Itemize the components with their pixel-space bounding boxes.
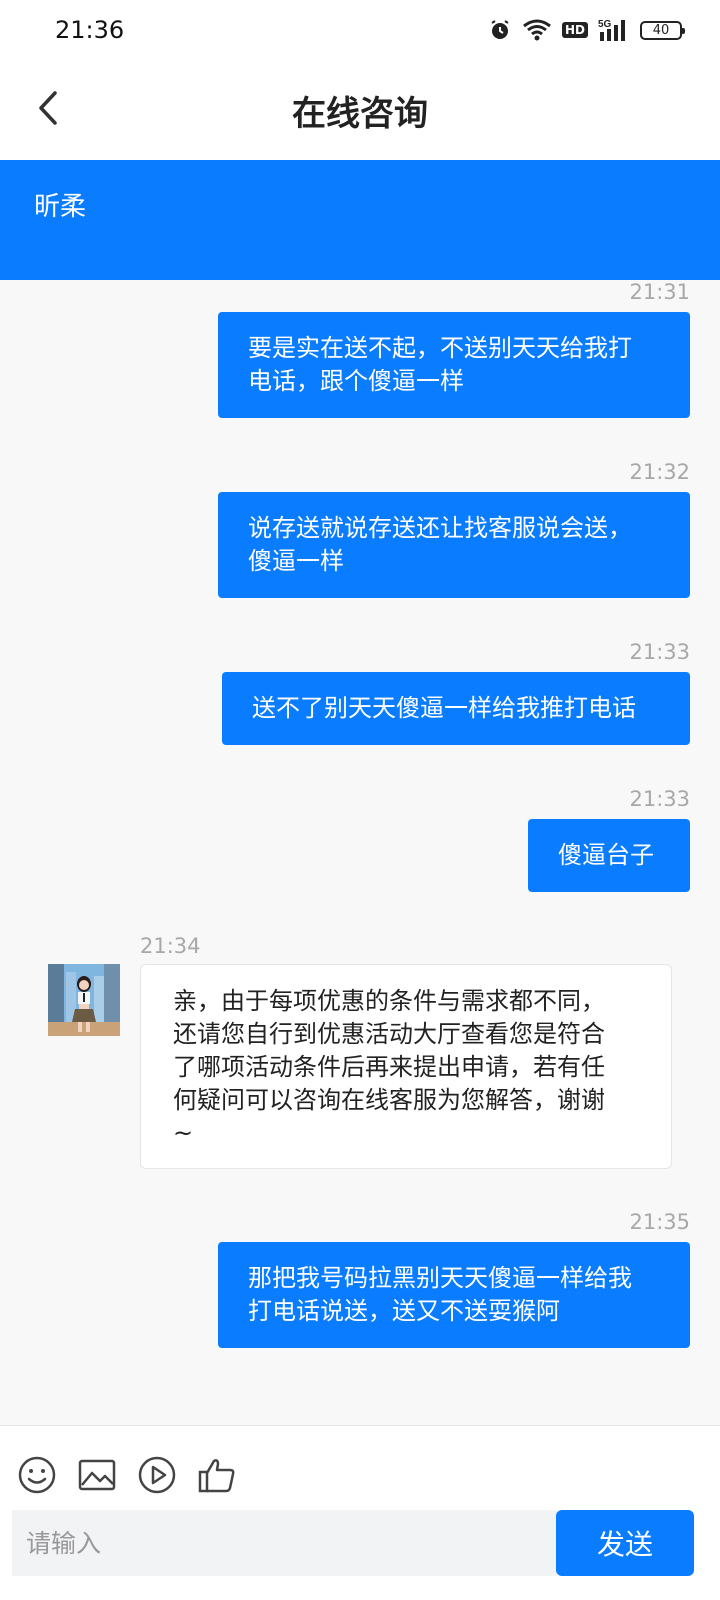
agent-name: 昕柔	[34, 192, 87, 222]
message-bubble-outgoing[interactable]: 傻逼台子	[528, 819, 690, 892]
message-text: 那把我号码拉黑别天天傻逼一样给我 打电话说送，送又不送耍猴阿	[248, 1264, 632, 1325]
avatar[interactable]	[48, 964, 120, 1036]
status-icons: HD 5G 40	[488, 18, 685, 42]
nav-header: 在线咨询	[0, 64, 720, 160]
message-text: 要是实在送不起，不送别天天给我打 电话，跟个傻逼一样	[248, 334, 632, 395]
input-bar: 发送	[0, 1425, 720, 1600]
thumbs-up-icon	[198, 1459, 235, 1493]
message-bubble-outgoing[interactable]: 那把我号码拉黑别天天傻逼一样给我 打电话说送，送又不送耍猴阿	[218, 1242, 690, 1348]
message-input[interactable]	[12, 1510, 557, 1576]
message-bubble-outgoing[interactable]: 说存送就说存送还让找客服说会送， 傻逼一样	[218, 492, 690, 598]
page-title: 在线咨询	[292, 94, 428, 134]
message-text: 傻逼台子	[558, 841, 654, 869]
message-text: 送不了别天天傻逼一样给我推打电话	[252, 694, 636, 722]
message-bubble-incoming[interactable]: 亲，由于每项优惠的条件与需求都不同， 还请您自行到优惠活动大厅查看您是符合 了哪…	[140, 964, 672, 1169]
toolbar	[16, 1454, 238, 1496]
wifi-icon	[522, 18, 552, 42]
message-text: 亲，由于每项优惠的条件与需求都不同， 还请您自行到优惠活动大厅查看您是符合 了哪…	[173, 987, 605, 1147]
status-bar: 21:36 HD 5G 40	[0, 0, 720, 64]
thumbs-up-button[interactable]	[196, 1454, 238, 1496]
message-bubble-outgoing[interactable]: 要是实在送不起，不送别天天给我打 电话，跟个傻逼一样	[218, 312, 690, 418]
image-button[interactable]	[76, 1454, 118, 1496]
message-bubble-outgoing[interactable]: 送不了别天天傻逼一样给我推打电话	[222, 672, 690, 745]
hd-icon: HD	[561, 22, 588, 38]
message-time: 21:34	[140, 934, 201, 958]
emoji-button[interactable]	[16, 1454, 58, 1496]
status-time: 21:36	[55, 16, 125, 44]
battery-icon: 40	[640, 20, 685, 40]
message-time: 21:32	[629, 460, 690, 484]
message-text: 说存送就说存送还让找客服说会送， 傻逼一样	[248, 514, 632, 575]
video-icon	[138, 1456, 176, 1494]
alarm-icon	[488, 18, 512, 42]
emoji-icon	[18, 1456, 56, 1494]
message-time: 21:33	[629, 787, 690, 811]
message-time: 21:31	[629, 280, 690, 304]
chat-area[interactable]: 21:31 要是实在送不起，不送别天天给我打 电话，跟个傻逼一样 21:32 说…	[0, 280, 720, 1425]
signal-icon: 5G	[598, 18, 630, 42]
svg-text:5G: 5G	[598, 19, 612, 30]
message-time: 21:33	[629, 640, 690, 664]
image-icon	[78, 1459, 116, 1491]
video-button[interactable]	[136, 1454, 178, 1496]
message-time: 21:35	[629, 1210, 690, 1234]
agent-banner: 昕柔	[0, 160, 720, 280]
send-button[interactable]: 发送	[556, 1510, 694, 1576]
